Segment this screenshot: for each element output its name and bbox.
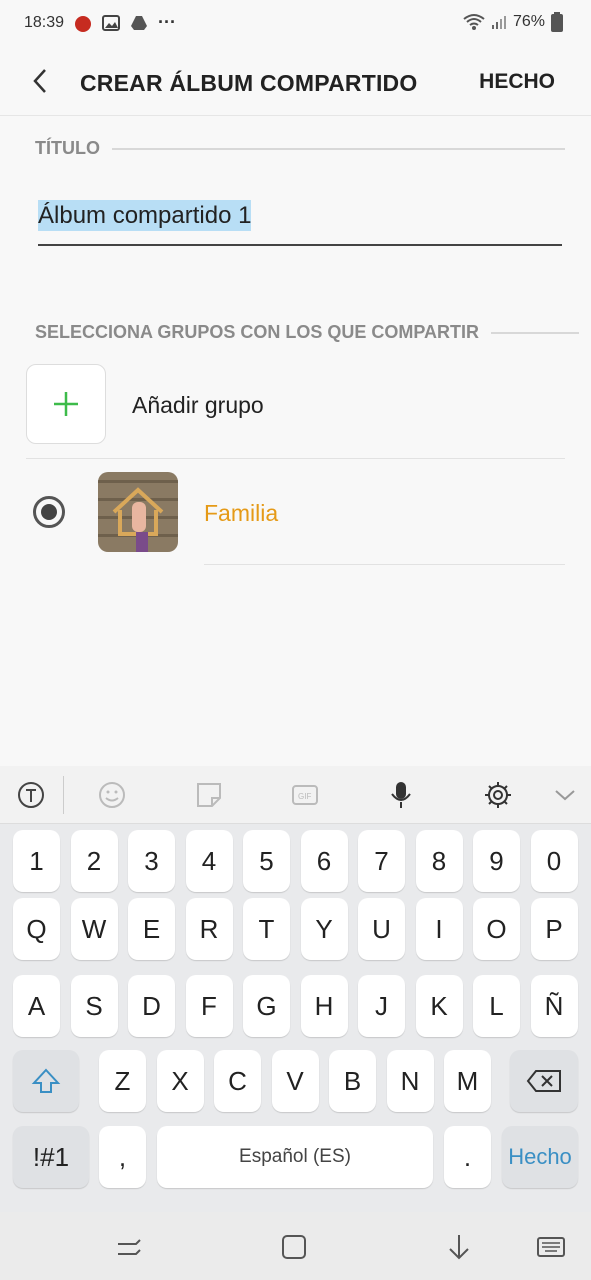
key-z[interactable]: Z [99, 1050, 146, 1112]
wifi-icon [463, 14, 485, 30]
title-section-header: TÍTULO [35, 138, 565, 159]
key-a[interactable]: A [13, 975, 60, 1037]
key-b[interactable]: B [329, 1050, 376, 1112]
back-down-icon[interactable] [444, 1232, 474, 1262]
backspace-key[interactable] [510, 1050, 578, 1112]
key-v[interactable]: V [271, 1050, 319, 1112]
back-arrow-icon[interactable] [26, 66, 56, 96]
gallery-notification-icon [102, 14, 120, 31]
key-m[interactable]: M [444, 1050, 491, 1112]
key-q[interactable]: Q [13, 898, 60, 960]
toolbar-divider [63, 776, 64, 814]
key-t[interactable]: T [243, 898, 290, 960]
comma-key[interactable]: , [99, 1126, 146, 1188]
key-6[interactable]: 6 [300, 830, 348, 892]
key-r[interactable]: R [185, 898, 233, 960]
sticker-icon[interactable] [194, 780, 224, 810]
key-e[interactable]: E [128, 898, 175, 960]
add-group-label[interactable]: Añadir grupo [132, 392, 264, 419]
backspace-icon [526, 1070, 561, 1092]
emoji-icon[interactable] [97, 780, 127, 810]
key-x[interactable]: X [156, 1050, 204, 1112]
drive-notification-icon [131, 15, 147, 30]
done-button[interactable]: HECHO [479, 70, 555, 94]
microphone-icon[interactable] [386, 780, 416, 810]
group-thumbnail [98, 472, 178, 552]
key-j[interactable]: J [358, 975, 405, 1037]
battery-icon [551, 12, 563, 32]
key-1[interactable]: 1 [13, 830, 60, 892]
key-4[interactable]: 4 [185, 830, 233, 892]
status-right: 76% [463, 12, 563, 32]
key-n[interactable]: N [386, 1050, 434, 1112]
notification-icons: ··· [74, 12, 176, 33]
key-ñ[interactable]: Ñ [530, 975, 578, 1037]
key-8[interactable]: 8 [415, 830, 463, 892]
status-time: 18:39 [24, 14, 65, 31]
keyboard-switch-icon[interactable] [536, 1232, 566, 1262]
signal-icon [491, 16, 506, 29]
plus-icon [54, 392, 78, 416]
key-g[interactable]: G [243, 975, 290, 1037]
album-title-value: Álbum compartido 1 [38, 200, 252, 231]
groups-section-header: SELECCIONA GRUPOS CON LOS QUE COMPARTIR [35, 322, 580, 343]
page-title: CREAR ÁLBUM COMPARTIDO [80, 70, 418, 96]
battery-percent: 76% [512, 13, 545, 30]
group-name[interactable]: Familia [204, 500, 278, 527]
space-key[interactable]: Español (ES) [157, 1126, 433, 1188]
key-p[interactable]: P [530, 898, 578, 960]
key-c[interactable]: C [214, 1050, 261, 1112]
keyboard-toolbar: GIF [0, 766, 591, 824]
key-u[interactable]: U [358, 898, 405, 960]
section-divider [491, 331, 580, 334]
key-f[interactable]: F [185, 975, 233, 1037]
groups-section-label: SELECCIONA GRUPOS CON LOS QUE COMPARTIR [35, 322, 480, 342]
key-l[interactable]: L [473, 975, 520, 1037]
key-d[interactable]: D [128, 975, 175, 1037]
radio-selected-dot [41, 504, 57, 520]
navigation-bar [0, 1212, 591, 1280]
symbols-key[interactable]: !#1 [13, 1126, 89, 1188]
svg-text:GIF: GIF [298, 792, 311, 801]
key-w[interactable]: W [70, 898, 118, 960]
more-notifications-icon: ··· [158, 12, 176, 32]
add-group-button[interactable] [26, 364, 106, 444]
period-key[interactable]: . [444, 1126, 491, 1188]
key-k[interactable]: K [415, 975, 463, 1037]
key-i[interactable]: I [415, 898, 463, 960]
key-o[interactable]: O [473, 898, 520, 960]
shift-icon [31, 1068, 61, 1093]
shift-key[interactable] [13, 1050, 79, 1112]
row-divider [204, 564, 565, 565]
settings-icon[interactable] [483, 780, 513, 810]
row-divider [26, 458, 565, 459]
collapse-icon[interactable] [550, 780, 580, 810]
group-radio-button[interactable] [33, 496, 65, 528]
home-icon[interactable] [279, 1232, 309, 1262]
key-5[interactable]: 5 [243, 830, 290, 892]
key-3[interactable]: 3 [128, 830, 175, 892]
enter-key[interactable]: Hecho [502, 1126, 578, 1188]
key-s[interactable]: S [70, 975, 118, 1037]
app-notification-icon [75, 15, 91, 32]
title-section-label: TÍTULO [35, 138, 100, 158]
key-7[interactable]: 7 [358, 830, 405, 892]
app-bar: CREAR ÁLBUM COMPARTIDO HECHO [0, 48, 591, 116]
section-divider [112, 147, 565, 150]
text-translate-icon[interactable] [16, 780, 46, 810]
gif-icon[interactable]: GIF [290, 780, 320, 810]
key-0[interactable]: 0 [530, 830, 578, 892]
key-y[interactable]: Y [300, 898, 348, 960]
key-2[interactable]: 2 [70, 830, 118, 892]
key-h[interactable]: H [300, 975, 348, 1037]
recents-icon[interactable] [114, 1232, 144, 1262]
status-bar: 18:39 ··· 76% [0, 0, 591, 48]
album-title-input[interactable]: Álbum compartido 1 [38, 200, 562, 246]
key-9[interactable]: 9 [473, 830, 520, 892]
